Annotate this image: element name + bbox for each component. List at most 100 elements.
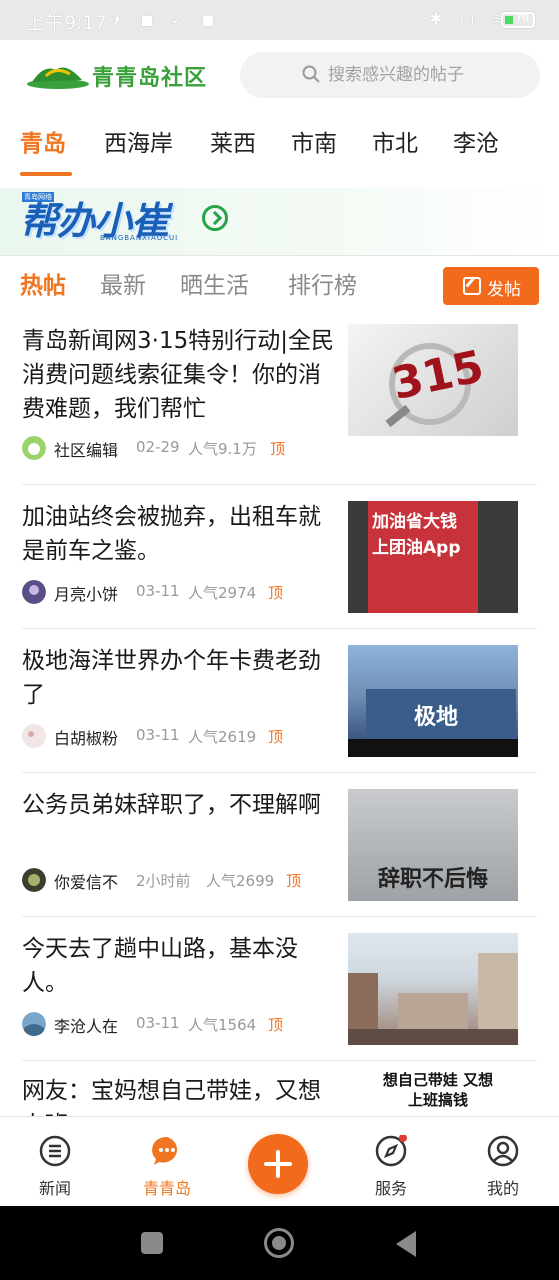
nav-service-label: 服务: [374, 1179, 407, 1198]
post-thumbnail[interactable]: 辞职不后悔: [348, 789, 518, 901]
avatar: [22, 580, 46, 604]
tab-shibei[interactable]: 市北: [372, 124, 418, 158]
recent-apps-icon[interactable]: [141, 1232, 163, 1254]
nav-qingqingdao-label: 青青岛: [142, 1179, 191, 1198]
tab-licang[interactable]: 李沧: [453, 124, 499, 158]
post-date: 02-29: [136, 438, 180, 456]
post-date: 2小时前: [136, 872, 191, 890]
divider: [22, 484, 537, 485]
pinned-badge: 顶: [286, 872, 302, 890]
back-icon[interactable]: [396, 1231, 416, 1257]
pinned-badge: 顶: [270, 440, 286, 458]
post-popularity: 人气1564: [188, 1016, 257, 1034]
avatar: [22, 436, 46, 460]
status-bar: 上午9:17 ✈ ◼ ✓ ◼ · · ✱ ıı ≋ 79: [0, 0, 559, 40]
nav-mine-label: 我的: [486, 1179, 519, 1198]
post-title[interactable]: 极地海洋世界办个年卡费老劲了: [22, 644, 340, 712]
post-item[interactable]: 公务员弟妹辞职了，不理解啊 你爱信不 2小时前 人气2699 顶 辞职不后悔: [0, 774, 559, 918]
thumb-text: 加油省大钱 上团油App: [372, 512, 461, 558]
post-button-label: 发帖: [487, 280, 521, 300]
battery-icon: 79: [501, 12, 535, 28]
post-title[interactable]: 加油站终会被抛弃，出租车就是前车之鉴。: [22, 500, 340, 568]
search-icon: [302, 65, 320, 83]
chat-bubble-icon: [152, 1136, 178, 1165]
banner-bangban[interactable]: 帮办小崔 青岛网络 BANGBANXIAOCUI: [0, 188, 559, 256]
divider: [22, 1060, 537, 1061]
pinned-badge: 顶: [268, 584, 284, 602]
thumb-text: 极地: [414, 705, 459, 730]
thumb-text: 辞职不后悔: [377, 867, 488, 892]
post-thumbnail[interactable]: 极地: [348, 645, 518, 757]
post-date: 03-11: [136, 726, 180, 744]
notification-icons: ✈ ◼ ✓ ◼ · ·: [110, 10, 265, 29]
divider: [22, 772, 537, 773]
pinned-badge: 顶: [268, 1016, 284, 1034]
tab-latest[interactable]: 最新: [100, 266, 146, 300]
publish-plus-button[interactable]: [248, 1134, 308, 1194]
nav-news[interactable]: 新闻: [15, 1117, 95, 1207]
post-item[interactable]: 青岛新闻网3·15特别行动|全民消费问题线索征集令！你的消费难题，我们帮忙 社区…: [0, 316, 559, 486]
post-item[interactable]: 今天去了趟中山路，基本没人。 李沧人在 03-11 人气1564 顶: [0, 918, 559, 1062]
post-title[interactable]: 公务员弟妹辞职了，不理解啊: [22, 788, 340, 822]
post-thumbnail[interactable]: 加油省大钱 上团油App: [348, 501, 518, 613]
post-item[interactable]: 极地海洋世界办个年卡费老劲了 白胡椒粉 03-11 人气2619 顶 极地: [0, 630, 559, 774]
system-navigation-bar: [0, 1206, 559, 1280]
nav-qingqingdao[interactable]: 青青岛: [127, 1117, 207, 1207]
search-box[interactable]: [240, 52, 540, 98]
post-title[interactable]: 青岛新闻网3·15特别行动|全民消费问题线索征集令！你的消费难题，我们帮忙: [22, 324, 340, 426]
avatar: [22, 724, 46, 748]
status-time: 上午9:17: [26, 12, 107, 34]
edit-icon: [463, 277, 481, 295]
avatar: [22, 868, 46, 892]
divider: [22, 628, 537, 629]
post-date: 03-11: [136, 1014, 180, 1032]
active-tab-indicator: [20, 172, 72, 176]
logo-text: 青青岛社区: [92, 66, 208, 91]
tab-laixi[interactable]: 莱西: [210, 124, 256, 158]
post-date: 03-11: [136, 582, 180, 600]
tab-ranking[interactable]: 排行榜: [288, 266, 357, 300]
island-logo-icon: [27, 67, 89, 89]
tab-qingdao[interactable]: 青岛: [20, 124, 66, 158]
post-author[interactable]: 月亮小饼: [54, 581, 118, 605]
tab-xihaian[interactable]: 西海岸: [104, 124, 173, 158]
home-icon[interactable]: [264, 1228, 294, 1258]
banner-subtitle: BANGBANXIAOCUI: [100, 234, 179, 242]
street-scene-image: [348, 953, 518, 1045]
arrow-right-circle-icon[interactable]: [202, 205, 228, 231]
post-author[interactable]: 社区编辑: [54, 437, 118, 461]
post-thumbnail[interactable]: 想自己带娃 又想上班搞钱: [348, 1070, 518, 1116]
nav-news-label: 新闻: [38, 1179, 71, 1198]
post-title[interactable]: 网友：宝妈想自己带娃，又想上班: [22, 1074, 340, 1116]
banner-tag: 青岛网络: [22, 192, 54, 202]
post-thumbnail[interactable]: 315: [348, 324, 518, 436]
signal-wifi-icons: ✱ ıı ≋: [429, 9, 511, 28]
avatar: [22, 1012, 46, 1036]
tab-hot[interactable]: 热帖: [20, 266, 66, 300]
compass-icon: [375, 1135, 407, 1167]
nav-service[interactable]: 服务: [351, 1117, 431, 1207]
tab-life[interactable]: 晒生活: [180, 266, 249, 300]
post-popularity: 人气9.1万: [188, 440, 257, 458]
thumb-text: 想自己带娃 又想上班搞钱: [382, 1071, 494, 1109]
post-author[interactable]: 你爱信不: [54, 869, 118, 893]
post-button[interactable]: 发帖: [443, 267, 539, 305]
post-item[interactable]: 加油站终会被抛弃，出租车就是前车之鉴。 月亮小饼 03-11 人气2974 顶 …: [0, 486, 559, 630]
post-author[interactable]: 白胡椒粉: [54, 725, 118, 749]
pinned-badge: 顶: [268, 728, 284, 746]
post-popularity: 人气2619: [188, 728, 257, 746]
post-item[interactable]: 网友：宝妈想自己带娃，又想上班 想自己带娃 又想上班搞钱: [0, 1062, 559, 1116]
post-title[interactable]: 今天去了趟中山路，基本没人。: [22, 932, 340, 1000]
menu-circle-icon: [39, 1135, 71, 1167]
post-author[interactable]: 李沧人在: [54, 1013, 118, 1037]
nav-mine[interactable]: 我的: [463, 1117, 543, 1207]
post-popularity: 人气2699: [206, 872, 275, 890]
battery-level: 79: [515, 12, 529, 25]
post-feed[interactable]: 青岛新闻网3·15特别行动|全民消费问题线索征集令！你的消费难题，我们帮忙 社区…: [0, 316, 559, 1116]
search-input[interactable]: [328, 60, 528, 90]
divider: [22, 916, 537, 917]
tab-shinan[interactable]: 市南: [291, 124, 337, 158]
post-popularity: 人气2974: [188, 584, 257, 602]
user-icon: [487, 1135, 519, 1167]
post-thumbnail[interactable]: [348, 933, 518, 1045]
